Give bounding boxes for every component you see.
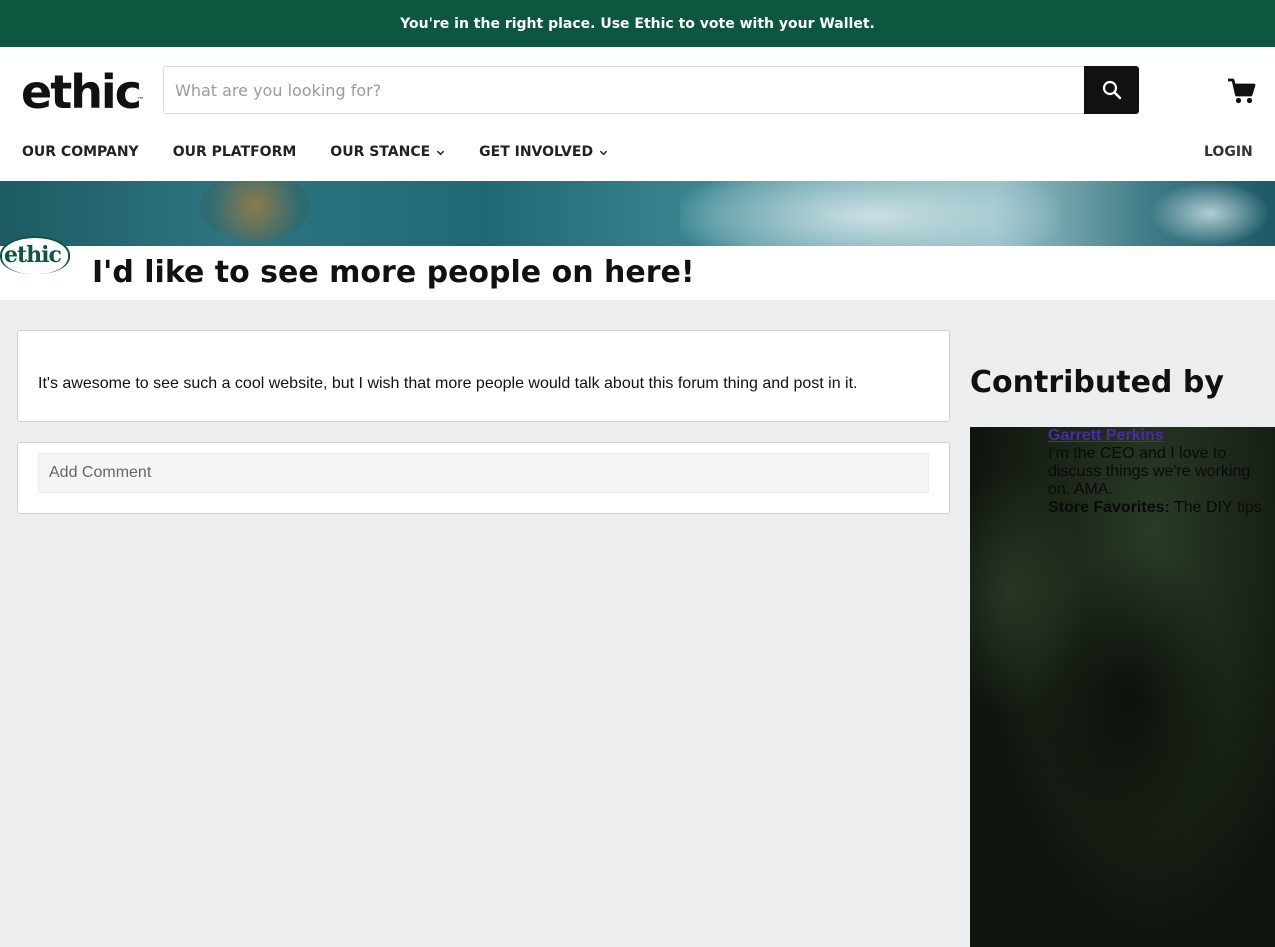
search-button[interactable] (1084, 66, 1139, 114)
search-input[interactable] (164, 67, 1084, 113)
nav-our-stance[interactable]: OUR STANCE (330, 143, 445, 161)
banner-shape (200, 181, 310, 241)
nav-label: OUR PLATFORM (172, 144, 297, 160)
nav-get-involved[interactable]: GET INVOLVED (479, 143, 608, 161)
post-title-bar: ethic I'd like to see more people on her… (0, 236, 1275, 300)
contributor-name-link[interactable]: Garrett Perkins (1048, 427, 1164, 445)
banner-shape (680, 181, 1060, 246)
trademark-mark: ™ (136, 96, 144, 104)
nav-our-platform[interactable]: OUR PLATFORM (173, 143, 297, 161)
main-nav: OUR COMPANY OUR PLATFORM OUR STANCE GET … (22, 143, 642, 161)
site-header: ethic™ OUR COMPANY OUR PLATFORM OUR STAN… (0, 47, 1275, 181)
nav-label: OUR STANCE (330, 144, 431, 160)
nav-label: OUR COMPANY (22, 144, 139, 160)
favorites-label: Store Favorites: (1048, 499, 1170, 516)
cart-button[interactable] (1226, 75, 1258, 107)
post-body: It's awesome to see such a cool website,… (38, 375, 858, 392)
post-card: It's awesome to see such a cool website,… (17, 330, 950, 422)
contributor-panel: Garrett Perkins I'm the CEO and I love t… (970, 427, 1275, 947)
contributor-bio-text: I'm the CEO and I love to discuss things… (1048, 445, 1251, 498)
search-icon (1102, 80, 1121, 100)
banner-shape (1150, 181, 1270, 246)
chevron-down-icon (599, 150, 608, 155)
ethic-badge-logo: ethic (0, 236, 70, 274)
nav-label: GET INVOLVED (479, 144, 594, 160)
nav-our-company[interactable]: OUR COMPANY (22, 143, 139, 161)
cart-icon (1228, 78, 1256, 104)
add-comment-input[interactable] (38, 453, 929, 493)
page-title: I'd like to see more people on here! (92, 255, 695, 290)
favorites-value: The DIY tips (1173, 499, 1262, 516)
logo-text: ethic (21, 65, 142, 119)
comment-card (17, 442, 950, 514)
chevron-down-icon (436, 150, 445, 155)
announcement-text: You're in the right place. Use Ethic to … (400, 15, 875, 32)
login-link[interactable]: LOGIN (1204, 143, 1253, 161)
contributed-by-heading: Contributed by (970, 365, 1224, 400)
announcement-bar: You're in the right place. Use Ethic to … (0, 0, 1275, 47)
badge-text: ethic (4, 242, 62, 268)
hero-banner-image (0, 181, 1275, 246)
contributor-bio: I'm the CEO and I love to discuss things… (1048, 445, 1263, 517)
search-bar (163, 66, 1139, 114)
ethic-logo[interactable]: ethic ™ (21, 65, 144, 119)
